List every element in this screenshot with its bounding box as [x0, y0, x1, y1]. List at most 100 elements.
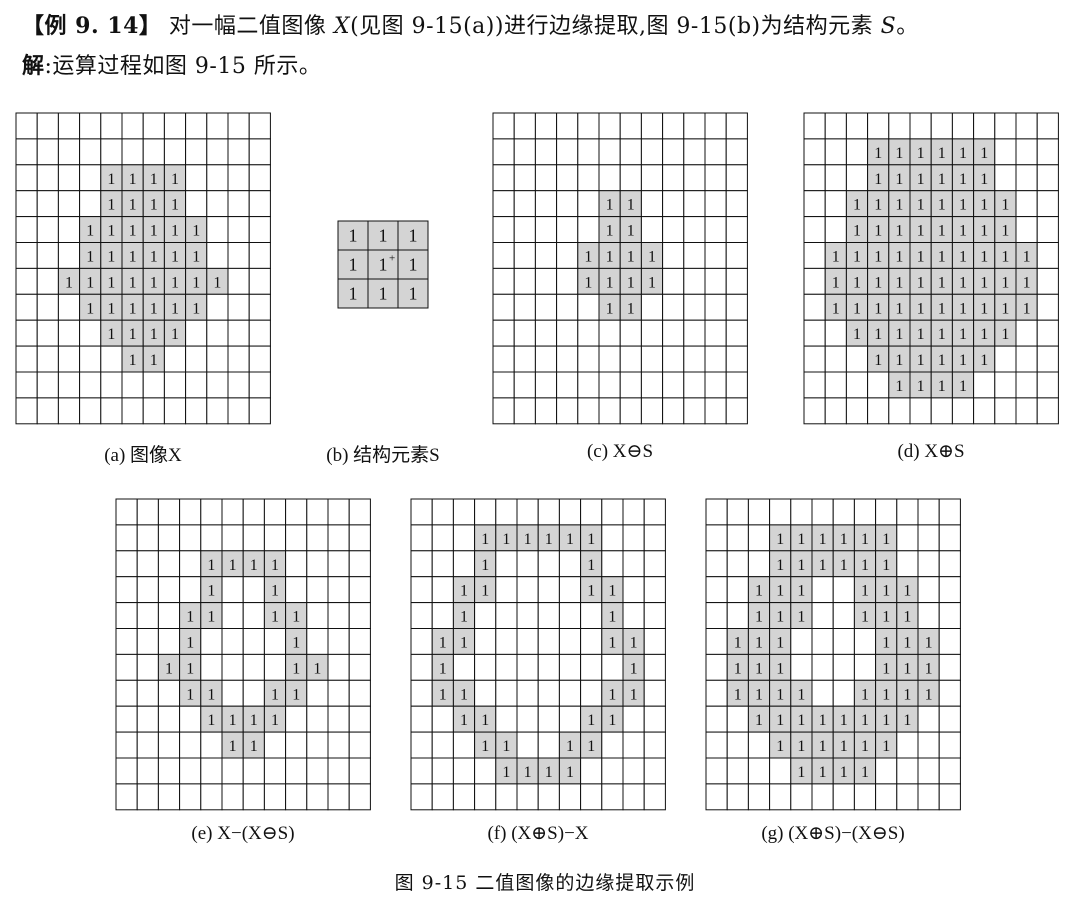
- cell-value: 1: [938, 145, 946, 162]
- grid-cell-empty: [327, 731, 350, 759]
- grid-cell-empty: [221, 679, 244, 707]
- cell-value: 1: [606, 248, 614, 265]
- cell-value: 1: [980, 171, 988, 188]
- grid-cell-empty: [1036, 112, 1059, 140]
- grid-cell-empty: [221, 498, 244, 526]
- grid-cell-empty: [263, 653, 287, 681]
- grid-cell-empty: [185, 345, 208, 373]
- grid-cell-empty: [227, 216, 250, 243]
- grid-cell-empty: [57, 190, 81, 218]
- cell-value: 1: [938, 171, 946, 188]
- grid-cell-empty: [516, 679, 539, 707]
- cell-value: 1: [895, 326, 903, 343]
- grid-cell-empty: [790, 498, 813, 526]
- grid-cell-empty: [705, 653, 728, 681]
- cell-value: 1: [1001, 326, 1009, 343]
- grid-cell-empty: [973, 112, 996, 140]
- grid-cell-empty: [15, 397, 38, 425]
- grid-cell-empty: [640, 216, 664, 243]
- grid-cell-empty: [327, 498, 350, 526]
- cell-value: 1: [755, 712, 763, 729]
- grid-cell-empty: [100, 397, 123, 425]
- grid-cell-empty: [803, 112, 826, 140]
- cell-value: 1: [1023, 300, 1031, 317]
- grid-cell-empty: [725, 293, 748, 321]
- cell-value: 1: [874, 171, 882, 188]
- cell-value: 1: [349, 226, 358, 246]
- grid-cell-empty: [227, 319, 250, 347]
- grid-cell-empty: [227, 371, 250, 399]
- grid-cell-empty: [811, 653, 834, 681]
- grid-cell-empty: [200, 757, 223, 785]
- grid-cell-empty: [57, 242, 81, 269]
- cell-value: 1: [874, 145, 882, 162]
- cell-value: 1: [755, 583, 763, 600]
- grid-cell-empty: [640, 397, 664, 425]
- grid-cell-empty: [142, 371, 165, 399]
- cell-value: 1: [86, 274, 94, 291]
- grid-cell-empty: [917, 524, 940, 552]
- grid-cell-empty: [875, 757, 898, 785]
- grid-cell-empty: [516, 550, 539, 578]
- cell-value: 1: [832, 248, 840, 265]
- cell-value: 1: [481, 738, 489, 755]
- caption-e: (e) X−(X⊖S): [191, 823, 295, 844]
- grid-cell-empty: [769, 783, 792, 811]
- cell-value: 1: [938, 197, 946, 214]
- grid-cell-empty: [662, 138, 685, 166]
- cell-value: 1: [207, 686, 215, 703]
- variable-s: S: [880, 14, 897, 39]
- cell-value: 1: [776, 609, 784, 626]
- cell-value: 1: [65, 274, 73, 291]
- grid-cell-empty: [951, 397, 975, 425]
- origin-marker: +: [389, 253, 395, 265]
- grid-cell-empty: [15, 242, 38, 269]
- grid-cell-empty: [327, 705, 350, 733]
- grid-cell-empty: [495, 783, 518, 811]
- cell-value: 1: [797, 583, 805, 600]
- grid-cell-empty: [163, 112, 187, 140]
- grid-cell-empty: [200, 783, 223, 811]
- grid-cell-empty: [79, 190, 102, 218]
- grid-cell-empty: [640, 164, 664, 192]
- grid-cell-empty: [206, 138, 229, 166]
- grid-cell-empty: [306, 498, 329, 526]
- cell-value: 1: [819, 557, 827, 574]
- cell-value: 1: [481, 583, 489, 600]
- grid-cell-empty: [683, 112, 706, 140]
- grid-cell-empty: [206, 345, 229, 373]
- grid-cell-empty: [867, 371, 890, 399]
- grid-cell-empty: [534, 267, 558, 295]
- grid-cell-empty: [248, 267, 271, 295]
- grid-cell-empty: [875, 783, 898, 811]
- cell-value: 1: [734, 634, 742, 651]
- cell-value: 1: [776, 738, 784, 755]
- grid-cell-empty: [930, 112, 953, 140]
- grid-cell-empty: [622, 602, 645, 629]
- grid-cell-empty: [348, 628, 371, 655]
- cell-value: 1: [587, 531, 595, 548]
- cell-value: 1: [882, 660, 890, 677]
- grid-cell-empty: [683, 293, 706, 321]
- cell-value: 1: [917, 248, 925, 265]
- grid-cell-empty: [705, 757, 728, 785]
- cell-value: 1: [587, 738, 595, 755]
- cell-value: 1: [959, 378, 967, 395]
- grid-cell-empty: [662, 112, 685, 140]
- grid-cell-empty: [516, 705, 539, 733]
- cell-value: 1: [606, 300, 614, 317]
- grid-cell-empty: [725, 216, 748, 243]
- grid-cell-empty: [896, 524, 919, 552]
- grid-cell-empty: [206, 397, 229, 425]
- grid-cell-empty: [643, 524, 666, 552]
- cell-value: 1: [186, 660, 194, 677]
- grid-cell-empty: [36, 267, 59, 295]
- cell-value: 1: [874, 197, 882, 214]
- grid-cell-empty: [248, 397, 271, 425]
- grid-cell-empty: [79, 112, 102, 140]
- grid-cell-empty: [683, 138, 706, 166]
- cell-value: 1: [776, 531, 784, 548]
- grid-cell-empty: [248, 319, 271, 347]
- grid-cell-empty: [973, 371, 996, 399]
- grid-cell-empty: [221, 783, 244, 811]
